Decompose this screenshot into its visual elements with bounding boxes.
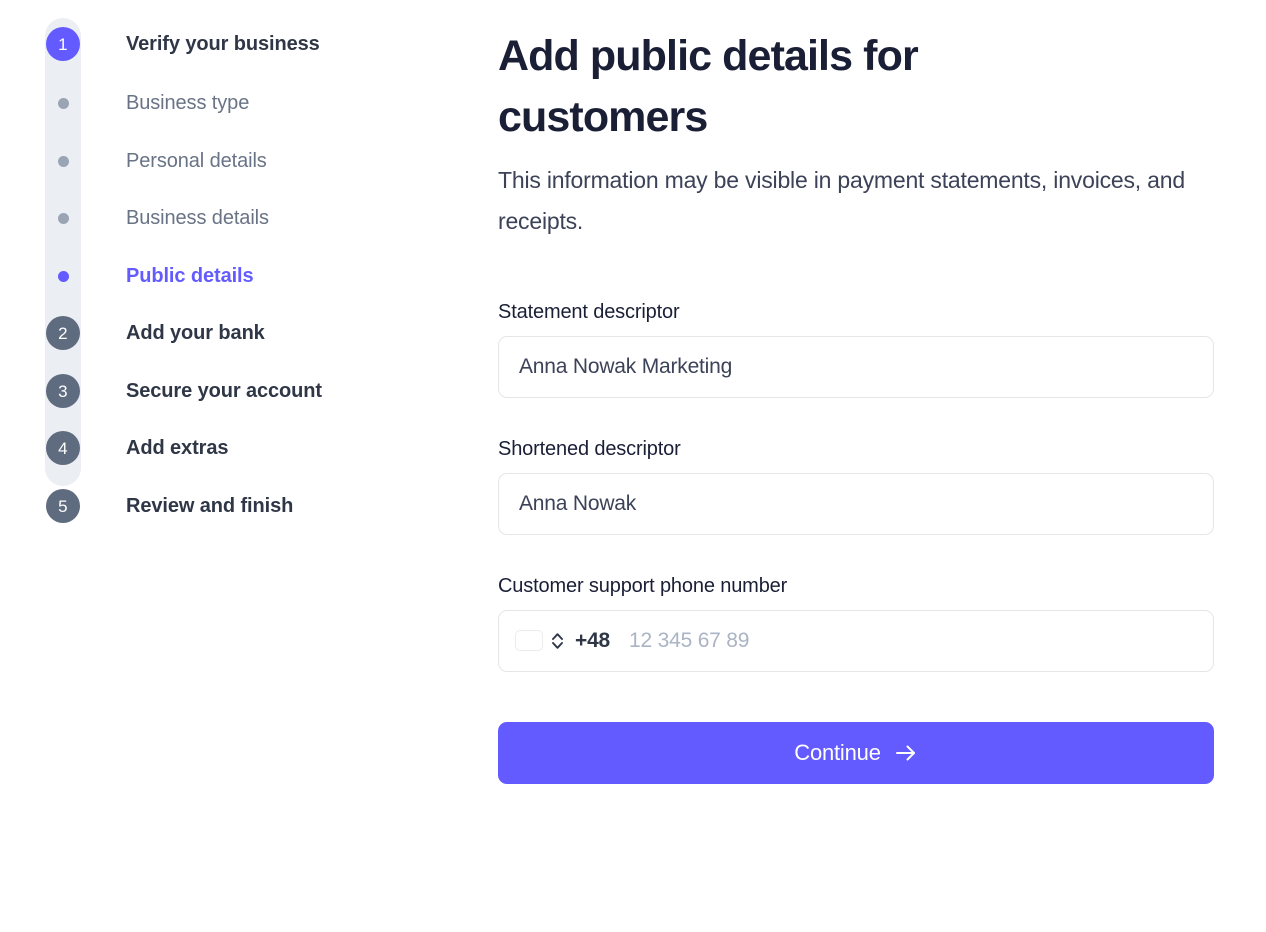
substep-label: Business type	[126, 91, 250, 114]
substep-label: Business details	[126, 206, 269, 229]
public-details-form: Statement descriptor Shortened descripto…	[498, 301, 1214, 784]
step-marker: 5	[0, 489, 126, 523]
step-marker: 3	[0, 374, 126, 408]
page-subtitle: This information may be visible in payme…	[498, 167, 1185, 235]
field-support-phone: Customer support phone number +48	[498, 575, 1214, 672]
phone-input-group: +48	[498, 609, 1214, 672]
support-phone-label: Customer support phone number	[498, 574, 788, 597]
step-marker: 4	[0, 431, 126, 465]
step-item-secure-your-account[interactable]: 3 Secure your account	[0, 373, 322, 409]
step-label: Verify your business	[126, 32, 320, 55]
continue-button-label: Continue	[794, 739, 881, 765]
substep-item-personal-details[interactable]: Personal details	[0, 143, 267, 179]
substep-item-business-details[interactable]: Business details	[0, 200, 269, 236]
chevron-up-down-icon	[552, 633, 563, 649]
step-label: Review and finish	[126, 494, 294, 517]
step-number-badge: 5	[46, 489, 80, 523]
step-number-badge: 1	[46, 27, 80, 61]
step-number-badge: 4	[46, 431, 80, 465]
step-item-review-and-finish[interactable]: 5 Review and finish	[0, 488, 293, 524]
substep-label: Public details	[126, 264, 254, 287]
substep-dot-icon	[57, 270, 69, 282]
substep-label: Personal details	[126, 149, 267, 172]
field-statement-descriptor: Statement descriptor	[498, 301, 1214, 398]
statement-descriptor-input[interactable]	[498, 335, 1214, 398]
field-shortened-descriptor: Shortened descriptor	[498, 438, 1214, 535]
dial-code-label: +48	[575, 628, 611, 652]
onboarding-stepper: 1 Verify your business Business type Per…	[0, 0, 470, 932]
statement-descriptor-label: Statement descriptor	[498, 300, 680, 323]
continue-button[interactable]: Continue	[498, 721, 1214, 784]
onboarding-page: 1 Verify your business Business type Per…	[0, 0, 1266, 932]
substep-marker	[0, 97, 126, 109]
step-marker: 2	[0, 316, 126, 350]
step-item-add-extras[interactable]: 4 Add extras	[0, 430, 228, 466]
shortened-descriptor-input[interactable]	[498, 472, 1214, 535]
support-phone-input[interactable]	[629, 628, 1196, 653]
shortened-descriptor-label: Shortened descriptor	[498, 437, 681, 460]
substep-dot-icon	[57, 155, 69, 167]
page-title: Add public details for customers	[498, 32, 919, 142]
main-content: Add public details for customers This in…	[498, 0, 1214, 784]
step-label: Secure your account	[126, 379, 322, 402]
poland-flag-icon	[516, 631, 542, 650]
step-marker: 1	[0, 27, 126, 61]
substep-marker	[0, 270, 126, 282]
step-item-add-your-bank[interactable]: 2 Add your bank	[0, 315, 265, 351]
substep-item-public-details[interactable]: Public details	[0, 258, 254, 294]
step-number-badge: 3	[46, 374, 80, 408]
arrow-right-icon	[895, 745, 915, 761]
substep-item-business-type[interactable]: Business type	[0, 85, 249, 121]
country-code-select[interactable]	[516, 631, 564, 651]
substep-marker	[0, 155, 126, 167]
step-label: Add your bank	[126, 321, 265, 344]
substep-dot-icon	[57, 212, 69, 224]
step-item-verify-your-business[interactable]: 1 Verify your business	[0, 26, 320, 62]
substep-dot-icon	[57, 97, 69, 109]
step-label: Add extras	[126, 436, 229, 459]
substep-marker	[0, 212, 126, 224]
step-number-badge: 2	[46, 316, 80, 350]
